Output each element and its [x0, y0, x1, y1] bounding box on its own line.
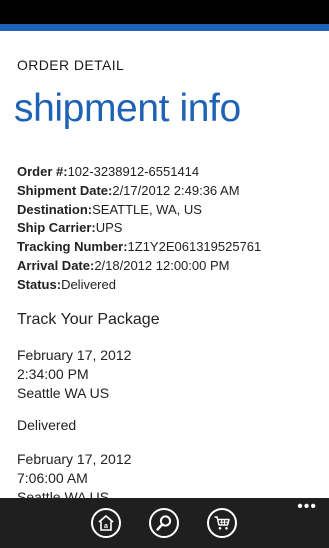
tracking-events: February 17, 2012 2:34:00 PM Seattle WA …: [17, 346, 322, 522]
detail-row-arrival-date: Arrival Date:2/18/2012 12:00:00 PM: [17, 257, 322, 276]
detail-value: UPS: [95, 220, 123, 236]
search-button[interactable]: [149, 508, 179, 538]
detail-row-carrier: Ship Carrier:UPS: [17, 219, 322, 238]
detail-label: Arrival Date:: [17, 257, 95, 273]
page-title: shipment info: [14, 87, 241, 130]
detail-value: Delivered: [61, 276, 116, 292]
detail-value: 1Z1Y2E061319525761: [127, 239, 262, 255]
detail-label: Status:: [17, 276, 62, 292]
detail-value: 102-3238912-6551414: [67, 164, 200, 179]
detail-value: 2/17/2012 2:49:36 AM: [112, 182, 240, 198]
detail-label: Destination:: [17, 201, 93, 217]
accent-bar: [0, 24, 329, 31]
detail-label: Shipment Date:: [17, 182, 113, 198]
event-date: February 17, 2012: [17, 347, 132, 363]
svg-text:a: a: [104, 523, 108, 530]
amazon-home-icon: a: [98, 515, 114, 531]
search-icon: [156, 515, 172, 531]
more-options-icon[interactable]: •••: [297, 499, 317, 515]
status-bar: [0, 0, 329, 24]
detail-row-shipment-date: Shipment Date:2/17/2012 2:49:36 AM: [17, 182, 322, 201]
event-location: Seattle WA US: [17, 385, 110, 401]
tracking-event: February 17, 2012 2:34:00 PM Seattle WA …: [17, 346, 322, 435]
detail-label: Ship Carrier:: [17, 220, 96, 236]
detail-row-destination: Destination:SEATTLE, WA, US: [17, 201, 322, 220]
cart-icon: [214, 516, 230, 530]
cart-button[interactable]: [207, 508, 237, 538]
phone-screen: ORDER DETAIL shipment info Order #:102-3…: [0, 0, 329, 548]
event-status: Delivered: [17, 417, 77, 433]
event-time: 7:06:00 AM: [17, 470, 88, 486]
detail-row-order: Order #:102-3238912-6551414: [17, 163, 322, 182]
home-button[interactable]: a: [91, 508, 121, 538]
event-date: February 17, 2012: [17, 451, 132, 467]
detail-label: Tracking Number:: [17, 239, 128, 255]
app-bar: a •••: [0, 498, 329, 548]
app-title: ORDER DETAIL: [17, 57, 125, 73]
detail-label: Order #:: [17, 164, 68, 179]
detail-value: SEATTLE, WA, US: [92, 201, 202, 217]
shipment-details: Order #:102-3238912-6551414 Shipment Dat…: [17, 163, 322, 295]
detail-row-status: Status:Delivered: [17, 276, 322, 295]
track-heading: Track Your Package: [17, 311, 160, 328]
detail-row-tracking: Tracking Number:1Z1Y2E061319525761: [17, 238, 322, 257]
event-time: 2:34:00 PM: [17, 366, 89, 382]
detail-value: 2/18/2012 12:00:00 PM: [94, 257, 230, 273]
